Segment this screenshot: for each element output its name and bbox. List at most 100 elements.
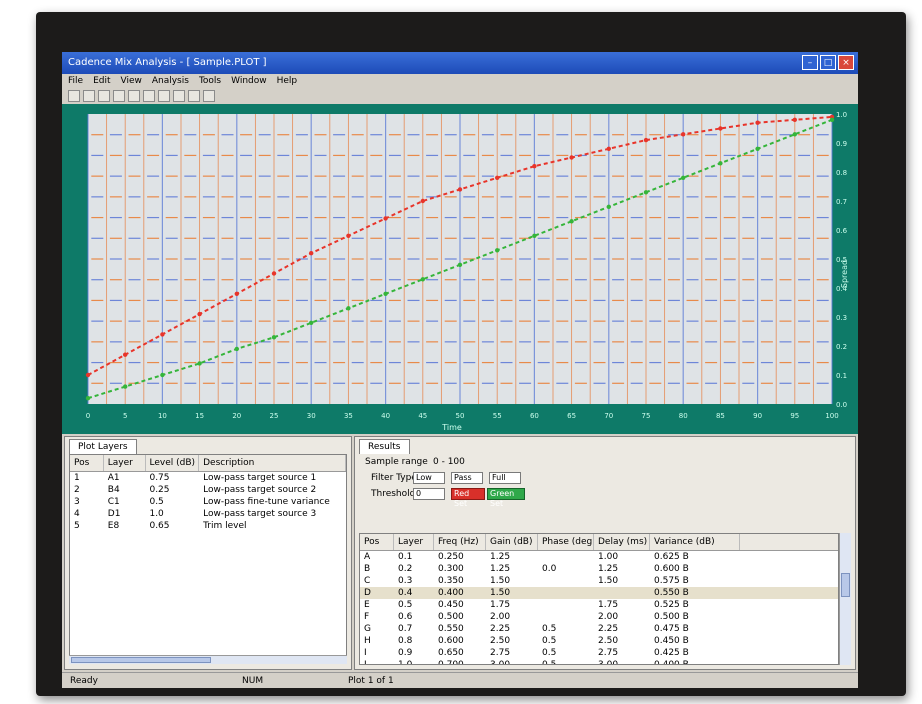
col-pos[interactable]: Pos xyxy=(70,455,104,471)
close-button[interactable]: × xyxy=(838,55,854,70)
table-cell: 0.650 xyxy=(438,648,464,658)
table-row[interactable]: A 0.1 0.250 1.25 1.00 0.625 B xyxy=(360,551,838,563)
threshold-input[interactable]: 0 xyxy=(413,488,445,500)
open-icon[interactable] xyxy=(83,90,95,102)
sample-range-label: Sample range xyxy=(365,457,428,467)
table-cell: 0.65 xyxy=(149,521,170,531)
table-cell: Low-pass fine-tune variance xyxy=(203,497,330,507)
data-point xyxy=(271,335,277,340)
col-layer[interactable]: Layer xyxy=(104,455,146,471)
minimize-button[interactable]: – xyxy=(802,55,818,70)
menu-tools[interactable]: Tools xyxy=(199,74,221,88)
table-cell: 0.700 xyxy=(438,660,464,665)
tab-plot-layers[interactable]: Plot Layers xyxy=(69,439,137,454)
table-cell: 0.475 B xyxy=(654,624,689,634)
col-level[interactable]: Level (dB) xyxy=(146,455,200,471)
chart-icon[interactable] xyxy=(188,90,200,102)
table-cell: 2 xyxy=(74,485,80,495)
menu-edit[interactable]: Edit xyxy=(93,74,110,88)
table-row[interactable]: 4 D1 1.0 Low-pass target source 3 xyxy=(70,508,346,520)
data-point xyxy=(829,117,835,122)
col-description[interactable]: Description xyxy=(199,455,346,471)
maximize-button[interactable]: □ xyxy=(820,55,836,70)
table-cell: 0.8 xyxy=(398,636,413,646)
results-vscroll-thumb[interactable] xyxy=(841,573,850,597)
table-row[interactable]: H 0.8 0.600 2.50 0.5 2.50 0.450 B xyxy=(360,635,838,647)
table-row[interactable]: J 1.0 0.700 3.00 0.5 3.00 0.400 B xyxy=(360,659,838,665)
x-tick-label: 5 xyxy=(123,412,127,420)
table-cell: Low-pass target source 2 xyxy=(203,485,317,495)
table-cell xyxy=(538,575,594,587)
table-row[interactable]: F 0.6 0.500 2.00 2.00 0.500 B xyxy=(360,611,838,623)
menu-file[interactable]: File xyxy=(68,74,83,88)
x-tick-label: 70 xyxy=(604,412,613,420)
table-row[interactable]: I 0.9 0.650 2.75 0.5 2.75 0.425 B xyxy=(360,647,838,659)
menu-help[interactable]: Help xyxy=(277,74,298,88)
col-layer[interactable]: Layer xyxy=(394,534,434,550)
cut-icon[interactable] xyxy=(128,90,140,102)
table-cell: 2.25 xyxy=(490,624,511,634)
col-freq[interactable]: Freq (Hz) xyxy=(434,534,486,550)
table-cell: 0.300 xyxy=(438,564,464,574)
table-cell: 1.50 xyxy=(490,576,511,586)
table-cell: 0.600 xyxy=(438,636,464,646)
table-cell: 1 xyxy=(74,473,80,483)
results-table: Pos Layer Freq (Hz) Gain (dB) Phase (deg… xyxy=(359,533,839,665)
x-tick-label: 65 xyxy=(567,412,576,420)
layers-hscroll-thumb[interactable] xyxy=(71,657,211,663)
table-row[interactable]: 5 E8 0.65 Trim level xyxy=(70,520,346,532)
y-tick-label: 0.0 xyxy=(836,401,847,409)
table-row[interactable]: 2 B4 0.25 Low-pass target source 2 xyxy=(70,484,346,496)
menu-analysis[interactable]: Analysis xyxy=(152,74,189,88)
table-cell: 0.575 B xyxy=(654,576,689,586)
data-point xyxy=(643,137,649,143)
x-tick-label: 80 xyxy=(679,412,688,420)
results-header: Pos Layer Freq (Hz) Gain (dB) Phase (deg… xyxy=(360,534,838,551)
paste-icon[interactable] xyxy=(158,90,170,102)
menu-view[interactable]: View xyxy=(121,74,142,88)
x-axis-label: Time xyxy=(441,423,462,432)
data-point xyxy=(160,372,165,378)
table-cell: 0.4 xyxy=(398,588,413,598)
table-cell: 0.6 xyxy=(398,612,413,622)
col-pos[interactable]: Pos xyxy=(360,534,394,550)
status-bar: Ready Plot 1 of 1 NUM xyxy=(62,672,858,688)
save-icon[interactable] xyxy=(98,90,110,102)
filter-type-select-1[interactable]: Low xyxy=(413,472,445,484)
data-point xyxy=(123,352,128,357)
new-icon[interactable] xyxy=(68,90,80,102)
table-cell: I xyxy=(364,648,367,658)
layers-hscroll[interactable] xyxy=(69,655,347,664)
table-row[interactable]: C 0.3 0.350 1.50 1.50 0.575 B xyxy=(360,575,838,587)
green-set-badge[interactable]: Green Set xyxy=(487,488,525,508)
col-gain[interactable]: Gain (dB) xyxy=(486,534,538,550)
table-row[interactable]: B 0.2 0.300 1.25 0.0 1.25 0.600 B xyxy=(360,563,838,575)
zoom-icon[interactable] xyxy=(173,90,185,102)
print-icon[interactable] xyxy=(113,90,125,102)
col-variance[interactable]: Variance (dB) xyxy=(650,534,740,550)
col-phase[interactable]: Phase (deg) xyxy=(538,534,594,550)
x-tick-label: 95 xyxy=(790,412,799,420)
data-point xyxy=(234,346,239,352)
table-cell: 1.25 xyxy=(490,552,511,562)
help-icon[interactable] xyxy=(203,90,215,102)
col-delay[interactable]: Delay (ms) xyxy=(594,534,650,550)
table-row[interactable]: E 0.5 0.450 1.75 1.75 0.525 B xyxy=(360,599,838,611)
filter-type-select-2[interactable]: Pass xyxy=(451,472,483,484)
window-title: Cadence Mix Analysis - [ Sample.PLOT ] xyxy=(68,57,267,68)
copy-icon[interactable] xyxy=(143,90,155,102)
tab-results[interactable]: Results xyxy=(359,439,410,454)
table-cell: 0.600 B xyxy=(654,564,689,574)
table-row[interactable]: 3 C1 0.5 Low-pass fine-tune variance xyxy=(70,496,346,508)
table-row[interactable]: G 0.7 0.550 2.25 0.5 2.25 0.475 B xyxy=(360,623,838,635)
results-vscroll[interactable] xyxy=(839,533,851,665)
red-set-badge[interactable]: Red Set xyxy=(451,488,485,508)
table-row[interactable]: 1 A1 0.75 Low-pass target source 1 xyxy=(70,472,346,484)
menu-window[interactable]: Window xyxy=(231,74,267,88)
y-tick-label: 0.8 xyxy=(836,169,847,177)
table-cell: 0.400 B xyxy=(654,660,689,665)
table-row[interactable]: D 0.4 0.400 1.50 0.550 B xyxy=(360,587,838,599)
data-point xyxy=(457,262,463,267)
table-cell: 4 xyxy=(74,509,80,519)
filter-type-select-3[interactable]: Full xyxy=(489,472,521,484)
